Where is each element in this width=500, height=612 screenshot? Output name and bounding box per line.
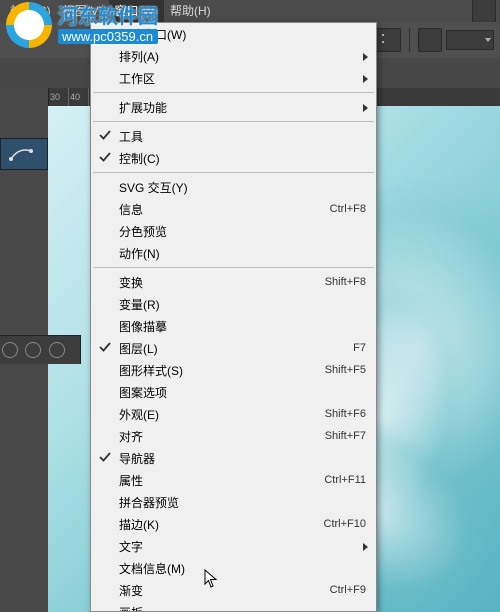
document-setup-button[interactable] [418, 28, 442, 52]
menu-separator [93, 121, 374, 122]
menu-item-label: 导航器 [119, 450, 366, 467]
menu-item-label: 图层(L) [119, 340, 343, 357]
menu-item[interactable]: 工具 [91, 125, 376, 147]
menu-item[interactable]: 工作区 [91, 67, 376, 89]
tool-button[interactable] [0, 138, 48, 170]
menu-item-label: 文档信息(M) [119, 560, 366, 577]
check-icon [99, 151, 111, 163]
menu-item-label: 拼合器预览 [119, 494, 366, 511]
menu-item[interactable]: 属性Ctrl+F11 [91, 469, 376, 491]
menu-item-label: 信息 [119, 201, 320, 218]
app-root: 河东软件园 www.pc0359.cn 效果(C) 视图(V) 窗口(W) 帮助… [0, 0, 500, 612]
menu-item-label: 外观(E) [119, 406, 315, 423]
menubar-button[interactable] [472, 0, 496, 23]
menu-item-label: 排列(A) [119, 48, 366, 65]
menu-item-label: 分色预览 [119, 223, 366, 240]
menu-separator [93, 267, 374, 268]
side-panel-collapsed[interactable] [0, 335, 81, 364]
menubar: 效果(C) 视图(V) 窗口(W) 帮助(H) [0, 0, 500, 23]
menu-item-shortcut: Shift+F5 [315, 364, 366, 376]
menu-item[interactable]: 对齐Shift+F7 [91, 425, 376, 447]
menu-item-shortcut: F7 [343, 342, 366, 354]
menu-item-label: 对齐 [119, 428, 315, 445]
menu-item[interactable]: 图层(L)F7 [91, 337, 376, 359]
menu-item-label: 工具 [119, 128, 366, 145]
menu-item[interactable]: 画板 [91, 601, 376, 612]
menu-item-label: 变换 [119, 274, 315, 291]
menu-item[interactable]: 图形样式(S)Shift+F5 [91, 359, 376, 381]
knob-icon [49, 342, 65, 358]
menu-item-label: 动作(N) [119, 245, 366, 262]
menu-item-shortcut: Shift+F7 [315, 430, 366, 442]
menu-item[interactable]: 描边(K)Ctrl+F10 [91, 513, 376, 535]
check-icon [99, 341, 111, 353]
ruler-tick: 40 [68, 88, 88, 106]
menu-item[interactable]: 文字 [91, 535, 376, 557]
chevron-down-icon [485, 38, 491, 42]
menu-item[interactable]: 新建窗口(W) [91, 23, 376, 45]
menu-item-label: 图像描摹 [119, 318, 366, 335]
menu-item-shortcut: Ctrl+F10 [314, 518, 367, 530]
menu-item[interactable]: 控制(C) [91, 147, 376, 169]
menu-item[interactable]: 外观(E)Shift+F6 [91, 403, 376, 425]
menu-item-shortcut: Ctrl+F9 [320, 584, 366, 596]
window-dropdown-menu: 新建窗口(W)排列(A)工作区扩展功能工具控制(C)SVG 交互(Y)信息Ctr… [90, 22, 377, 612]
menu-item[interactable]: 导航器 [91, 447, 376, 469]
menu-item-label: SVG 交互(Y) [119, 179, 366, 196]
check-icon [99, 451, 111, 463]
menu-item[interactable]: 图案选项 [91, 381, 376, 403]
menu-item[interactable]: 渐变Ctrl+F9 [91, 579, 376, 601]
menu-item-label: 图形样式(S) [119, 362, 315, 379]
menu-separator [93, 92, 374, 93]
menu-effect[interactable]: 效果(C) [4, 0, 57, 22]
knob-icon [25, 342, 41, 358]
menu-item[interactable]: 分色预览 [91, 220, 376, 242]
menu-item-shortcut: Ctrl+F8 [320, 203, 366, 215]
menu-window[interactable]: 窗口(W) [109, 0, 164, 22]
knob-icon [2, 342, 18, 358]
menu-item-label: 属性 [119, 472, 314, 489]
menu-item-label: 图案选项 [119, 384, 366, 401]
menu-item-label: 新建窗口(W) [119, 26, 366, 43]
menu-item[interactable]: 动作(N) [91, 242, 376, 264]
menu-item-label: 变量(R) [119, 296, 366, 313]
ruler-tick: 30 [48, 88, 68, 106]
menu-item[interactable]: 扩展功能 [91, 96, 376, 118]
menu-item-label: 画板 [119, 604, 366, 612]
menu-separator [93, 172, 374, 173]
menu-item[interactable]: 变量(R) [91, 293, 376, 315]
menu-item[interactable]: 变换Shift+F8 [91, 271, 376, 293]
check-icon [99, 129, 111, 141]
menu-item[interactable]: SVG 交互(Y) [91, 176, 376, 198]
menu-item-label: 扩展功能 [119, 99, 366, 116]
menu-item-label: 控制(C) [119, 150, 366, 167]
menu-item-label: 文字 [119, 538, 366, 555]
menu-item[interactable]: 文档信息(M) [91, 557, 376, 579]
menu-item-shortcut: Shift+F6 [315, 408, 366, 420]
toolbar-dropdown[interactable] [446, 30, 494, 50]
menu-item-label: 渐变 [119, 582, 320, 599]
menu-item-shortcut: Shift+F8 [315, 276, 366, 288]
menu-item-shortcut: Ctrl+F11 [314, 474, 366, 486]
toolbar-separator [409, 28, 410, 52]
menu-item[interactable]: 排列(A) [91, 45, 376, 67]
menu-item[interactable]: 拼合器预览 [91, 491, 376, 513]
menu-item[interactable]: 信息Ctrl+F8 [91, 198, 376, 220]
menu-item[interactable]: 图像描摹 [91, 315, 376, 337]
menu-item-label: 工作区 [119, 70, 366, 87]
menu-help[interactable]: 帮助(H) [164, 0, 217, 22]
menu-view[interactable]: 视图(V) [57, 0, 109, 22]
menu-item-label: 描边(K) [119, 516, 314, 533]
anchor-tool-icon [1, 139, 47, 169]
